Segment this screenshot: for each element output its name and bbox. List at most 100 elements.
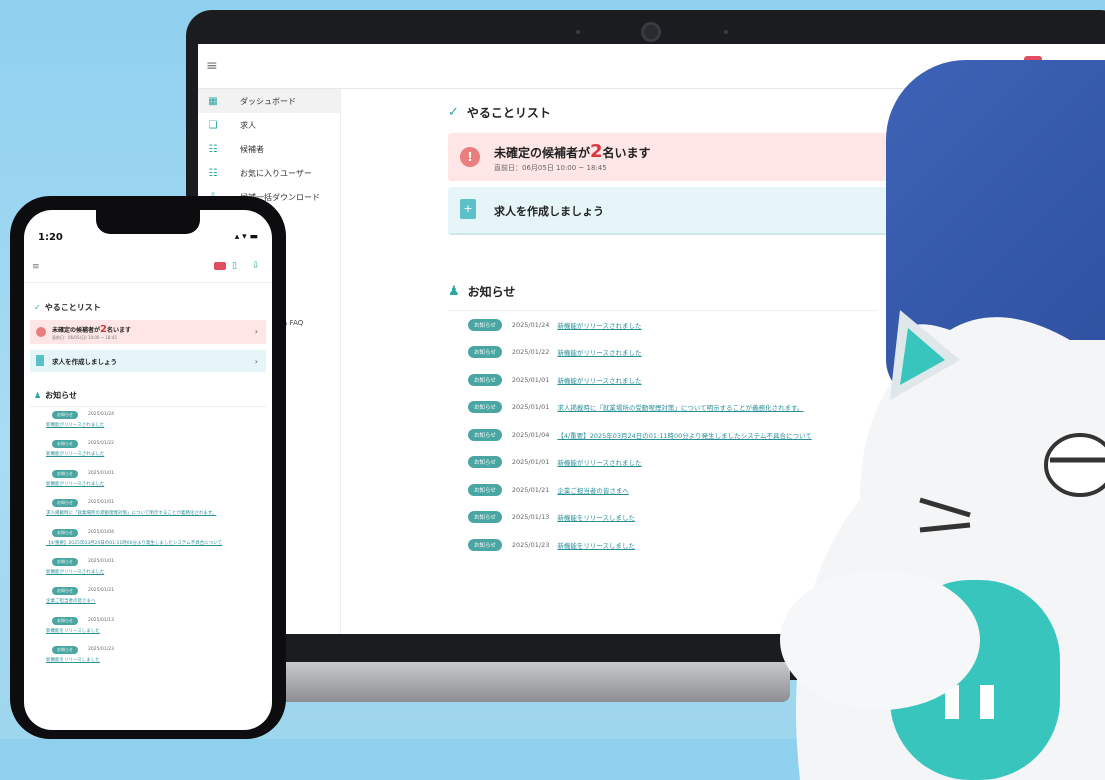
check-icon: ✓ [448, 105, 459, 120]
todo-item2-text: 求人を作成しましょう [494, 205, 604, 218]
news-link[interactable]: 企業ご担当者の皆さまへ [46, 598, 96, 604]
news-link[interactable]: 求人掲載時に「就業場所の受動喫煙対策」について明示することが義務化されます。 [46, 510, 216, 516]
sidebar-item-label: お気に入りユーザー [240, 168, 312, 178]
news-date: 2025/01/13 [88, 617, 114, 623]
news-link[interactable]: 【4/重要】2025年03月24日の01:11時00分より発生しましたシステム不… [46, 540, 222, 546]
laptop-base [270, 662, 790, 702]
favorite-users-icon: ☷ [208, 167, 218, 179]
news-badge: お知らせ [52, 499, 78, 508]
add-document-icon [36, 355, 44, 366]
mascot-paw [780, 570, 980, 710]
sidebar-item-job[interactable]: ❏ 求人 [198, 113, 340, 137]
menu-icon[interactable]: ≡ [32, 262, 40, 272]
sidebar-item-label: ダッシュボード [240, 96, 296, 106]
todo-item1-subtext: 直前日：06月05日 10:00 ~ 18:45 [494, 164, 607, 172]
phone-top-bar: ≡ ▯ ⇩ [24, 256, 272, 283]
sensor-dot [576, 30, 580, 34]
add-document-icon: + [460, 199, 476, 219]
sidebar-item-label: 求人 [240, 120, 256, 130]
notification-icon[interactable] [214, 262, 226, 270]
news-date: 2025/01/01 [88, 470, 114, 476]
todo-item1-prefix: 未確定の候補者が [52, 327, 101, 334]
news-link[interactable]: 新機能がリリースされました [46, 481, 104, 487]
news-date: 2025/01/23 [511, 540, 550, 549]
news-date: 2025/01/01 [511, 375, 550, 384]
check-icon: ✓ [34, 303, 41, 312]
news-badge: お知らせ [468, 538, 502, 551]
mascot-eye [1044, 433, 1105, 497]
news-link[interactable]: 新機能がリリースされました [557, 375, 641, 385]
news-link[interactable]: 新機能をリリースしました [46, 628, 100, 634]
news-badge: お知らせ [52, 528, 78, 537]
news-badge: お知らせ [52, 411, 78, 419]
news-date: 2025/01/01 [88, 558, 114, 564]
todo-item1-count: 2 [590, 141, 603, 162]
sensor-dot [724, 30, 728, 34]
todo-item2-text: 求人を作成しましょう [52, 358, 117, 366]
todo-heading: ✓ やることリスト [34, 302, 101, 313]
candidates-icon: ☷ [208, 143, 218, 155]
news-date: 2025/01/23 [88, 647, 114, 653]
news-row: お知らせ 2025/01/04 【4/重要】2025年03月24日の01:11時00… [30, 525, 266, 554]
news-link[interactable]: 新機能がリリースされました [46, 569, 104, 575]
news-badge: お知らせ [468, 511, 502, 524]
news-link[interactable]: 新機能をリリースしました [46, 657, 100, 663]
todo-item1-suffix: 名います [106, 327, 131, 334]
webcam [641, 22, 661, 42]
news-date: 2025/01/01 [88, 500, 114, 506]
news-row: お知らせ 2025/01/23 新機能をリリースしました [30, 642, 266, 671]
news-link[interactable]: 新機能がリリースされました [46, 451, 104, 457]
news-title: お知らせ [467, 285, 516, 299]
dashboard-icon: ▦ [208, 95, 218, 107]
news-row: お知らせ 2025/01/13 新機能をリリースしました [30, 613, 266, 642]
alert-icon [36, 327, 46, 337]
sidebar-item-label: 候補者 [240, 144, 264, 154]
news-badge: お知らせ [468, 428, 502, 441]
download-icon[interactable]: ⇩ [252, 261, 260, 271]
chevron-right-icon: › [254, 357, 258, 366]
news-date: 2025/01/01 [511, 403, 550, 412]
menu-icon[interactable]: ≡ [206, 58, 218, 74]
news-row: お知らせ 2025/01/01 求人掲載時に「就業場所の受動喫煙対策」について明示す… [30, 495, 266, 524]
bell-icon: ♟ [34, 391, 42, 400]
news-link[interactable]: 企業ご担当者の皆さまへ [557, 485, 629, 495]
todo-title: やることリスト [466, 106, 551, 120]
todo-item1-count: 2 [100, 324, 107, 335]
news-link[interactable]: 新機能をリリースしました [557, 540, 635, 550]
news-date: 2025/01/04 [88, 529, 114, 535]
news-link[interactable]: 新機能がリリースされました [557, 320, 641, 330]
cat-mascot [780, 310, 1105, 780]
todo-unconfirmed-candidates[interactable]: 未確定の候補者が2名います 直前日：06/05(日) 10:00 ~ 18:45… [30, 320, 266, 344]
news-date: 2025/01/22 [511, 348, 550, 357]
news-date: 2025/01/21 [511, 485, 550, 494]
todo-item1-prefix: 未確定の候補者が [494, 146, 591, 160]
news-link[interactable]: 新機能をリリースしました [557, 512, 635, 522]
news-link[interactable]: 新機能がリリースされました [557, 457, 641, 467]
sidebar-item-favorite-users[interactable]: ☷ お気に入りユーザー [198, 161, 340, 185]
news-date: 2025/01/13 [511, 513, 550, 522]
status-time: 1:20 [38, 232, 63, 243]
status-icons: ▴ ▾ ▬ [234, 232, 258, 242]
news-row: お知らせ 2025/01/01 新機能がリリースされました [30, 554, 266, 583]
news-link[interactable]: 新機能がリリースされました [46, 422, 104, 428]
news-date: 2025/01/24 [88, 412, 114, 417]
todo-item1-text: 未確定の候補者が2名います [52, 324, 131, 335]
todo-item1-suffix: 名います [602, 146, 651, 160]
news-link[interactable]: 新機能がリリースされました [557, 347, 641, 357]
job-icon: ❏ [208, 119, 218, 131]
news-badge: お知らせ [52, 440, 78, 449]
todo-title: やることリスト [44, 303, 101, 312]
news-row: お知らせ 2025/01/24 新機能がリリースされました [30, 407, 266, 436]
mascot-bag-eye [980, 685, 994, 719]
news-badge: お知らせ [52, 587, 78, 596]
news-date: 2025/01/01 [511, 458, 550, 467]
news-date: 2025/01/21 [88, 588, 114, 594]
news-badge: お知らせ [468, 346, 502, 359]
document-icon[interactable]: ▯ [232, 261, 237, 271]
todo-create-job[interactable]: 求人を作成しましょう › [30, 350, 266, 372]
news-row: お知らせ 2025/01/22 新機能がリリースされました [30, 436, 266, 465]
news-badge: お知らせ [468, 401, 502, 414]
news-badge: お知らせ [52, 646, 78, 655]
sidebar-item-candidates[interactable]: ☷ 候補者 [198, 137, 340, 161]
sidebar-item-dashboard[interactable]: ▦ ダッシュボード [198, 89, 340, 113]
